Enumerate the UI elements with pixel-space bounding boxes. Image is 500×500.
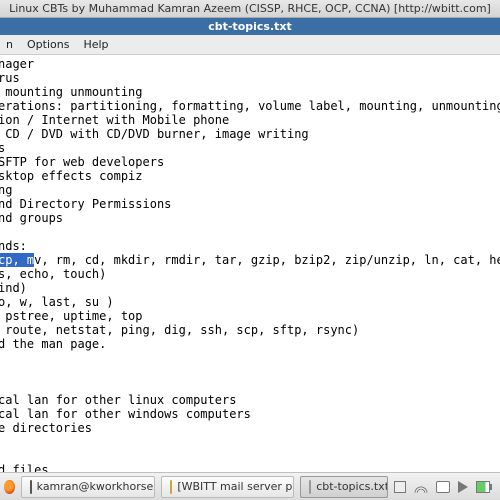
system-tray <box>394 481 496 493</box>
parent-window-titlebar: Linux CBTs by Muhammad Kamran Azeem (CIS… <box>0 0 500 18</box>
taskbar-item-mail[interactable]: [WBITT mail server po... <box>161 476 294 498</box>
network-icon[interactable] <box>436 481 450 493</box>
battery-icon[interactable] <box>476 481 490 493</box>
taskbar-item-label: [WBITT mail server po... <box>177 480 294 493</box>
document-window-titlebar[interactable]: cbt-topics.txt <box>0 18 500 35</box>
taskbar: kamran@kworkhorse:/... [WBITT mail serve… <box>0 472 500 500</box>
wifi-icon[interactable] <box>414 481 428 493</box>
document-window-title: cbt-topics.txt <box>208 20 292 33</box>
text-file-icon <box>309 480 311 494</box>
tray-indicator-icon[interactable] <box>394 481 406 493</box>
parent-window-title: Linux CBTs by Muhammad Kamran Azeem (CIS… <box>9 2 491 15</box>
menu-item-help[interactable]: Help <box>83 38 108 51</box>
firefox-icon[interactable] <box>4 480 15 494</box>
terminal-icon <box>30 480 32 494</box>
menu-item-options[interactable]: Options <box>27 38 69 51</box>
taskbar-item-terminal[interactable]: kamran@kworkhorse:/... <box>21 476 156 498</box>
text-editor-content[interactable]: nager rus mounting unmounting erations: … <box>0 55 500 485</box>
taskbar-item-label: kamran@kworkhorse:/... <box>37 480 156 493</box>
text-selection[interactable]: cp, m <box>0 253 34 267</box>
menu-item[interactable]: n <box>6 38 13 51</box>
taskbar-item-label: cbt-topics.txt <box>316 480 388 493</box>
taskbar-item-editor[interactable]: cbt-topics.txt <box>300 476 388 498</box>
volume-icon[interactable] <box>458 481 468 493</box>
mail-icon <box>170 480 172 494</box>
menubar: n Options Help <box>0 35 500 55</box>
